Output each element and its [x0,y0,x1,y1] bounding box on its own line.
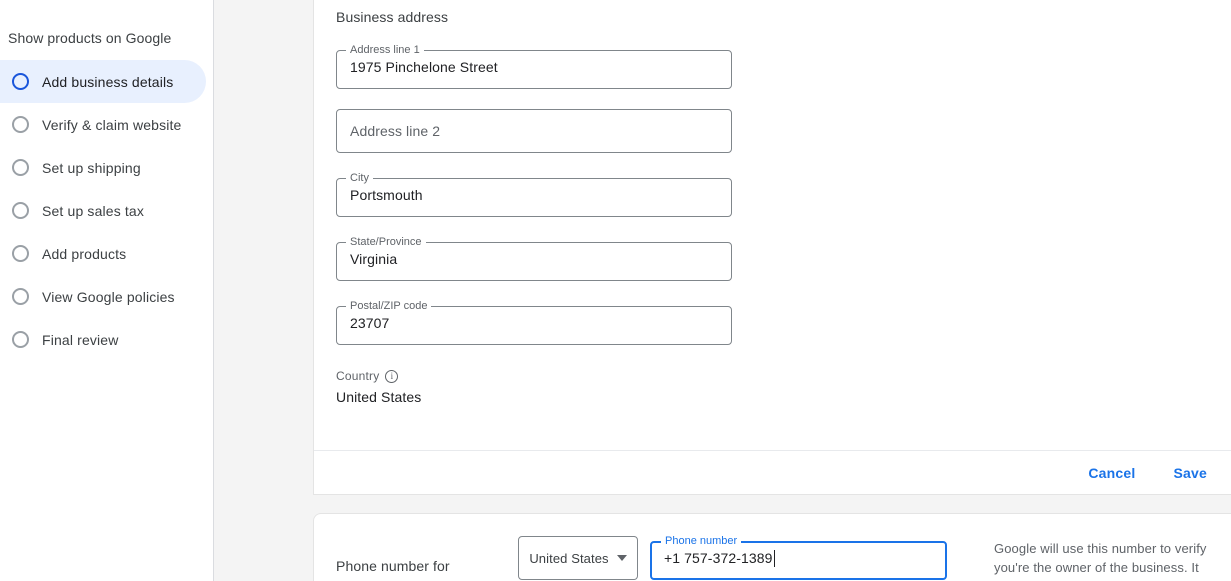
phone-number-row-label: Phone number for [336,558,450,574]
phone-number-helper-text: Google will use this number to verify yo… [994,541,1207,581]
sidebar: Show products on Google Add business det… [0,0,214,581]
section-title-business-address: Business address [336,9,449,25]
info-icon[interactable]: i [385,369,399,383]
sidebar-item-set-up-sales-tax[interactable]: Set up sales tax [0,189,213,232]
radio-icon [12,73,29,90]
address-line-2-field[interactable]: Address line 2 [336,109,732,153]
phone-number-value: +1 757-372-1389 [664,550,773,566]
country-value: United States [336,389,422,405]
country-label: Country [336,369,380,383]
app-root: Show products on Google Add business det… [0,0,1231,581]
address-line-1-value: 1975 Pinchelone Street [350,59,498,75]
radio-icon [12,288,29,305]
save-button[interactable]: Save [1170,459,1212,487]
main-content: Business address Address line 1 1975 Pin… [214,0,1231,581]
country-block: Country i United States [336,369,1231,405]
sidebar-item-label: Add business details [42,73,174,90]
sidebar-item-add-products[interactable]: Add products [0,232,213,275]
radio-icon [12,331,29,348]
phone-number-card: Phone number for United States Phone num… [313,513,1231,581]
phone-country-select-value: United States [529,550,609,566]
state-province-field[interactable]: State/Province Virginia [336,237,732,281]
sidebar-item-add-business-details[interactable]: Add business details [0,60,206,103]
sidebar-item-label: View Google policies [42,288,175,305]
sidebar-item-set-up-shipping[interactable]: Set up shipping [0,146,213,189]
phone-number-row: Phone number for United States Phone num… [336,514,1231,581]
radio-icon [12,116,29,133]
radio-icon [12,202,29,219]
text-caret [773,549,775,567]
business-address-card: Business address Address line 1 1975 Pin… [313,0,1231,495]
phone-country-select[interactable]: United States [518,536,638,580]
radio-icon [12,159,29,176]
address-line-1-field[interactable]: Address line 1 1975 Pinchelone Street [336,45,732,89]
phone-number-field[interactable]: Phone number +1 757-372-1389 [650,536,947,580]
sidebar-item-view-google-policies[interactable]: View Google policies [0,275,213,318]
phone-number-value-wrap: +1 757-372-1389 [664,536,937,580]
radio-icon [12,245,29,262]
business-address-card-footer: Cancel Save [314,450,1231,494]
postal-zip-code-value: 23707 [350,315,390,331]
city-field[interactable]: City Portsmouth [336,173,732,217]
sidebar-item-label: Final review [42,331,119,348]
sidebar-item-label: Set up sales tax [42,202,145,219]
sidebar-item-verify-claim-website[interactable]: Verify & claim website [0,103,213,146]
postal-zip-code-field[interactable]: Postal/ZIP code 23707 [336,301,732,345]
sidebar-item-label: Verify & claim website [42,116,182,133]
city-value: Portsmouth [350,187,423,203]
address-line-2-placeholder: Address line 2 [350,123,441,139]
cancel-button[interactable]: Cancel [1084,459,1139,487]
state-province-value: Virginia [350,251,398,267]
country-label-row: Country i [336,369,1231,383]
business-address-card-body: Business address Address line 1 1975 Pin… [314,0,1231,405]
sidebar-item-label: Add products [42,245,127,262]
sidebar-item-label: Set up shipping [42,159,141,176]
chevron-down-icon [616,555,627,561]
sidebar-title: Show products on Google [8,30,172,46]
sidebar-item-final-review[interactable]: Final review [0,318,213,361]
